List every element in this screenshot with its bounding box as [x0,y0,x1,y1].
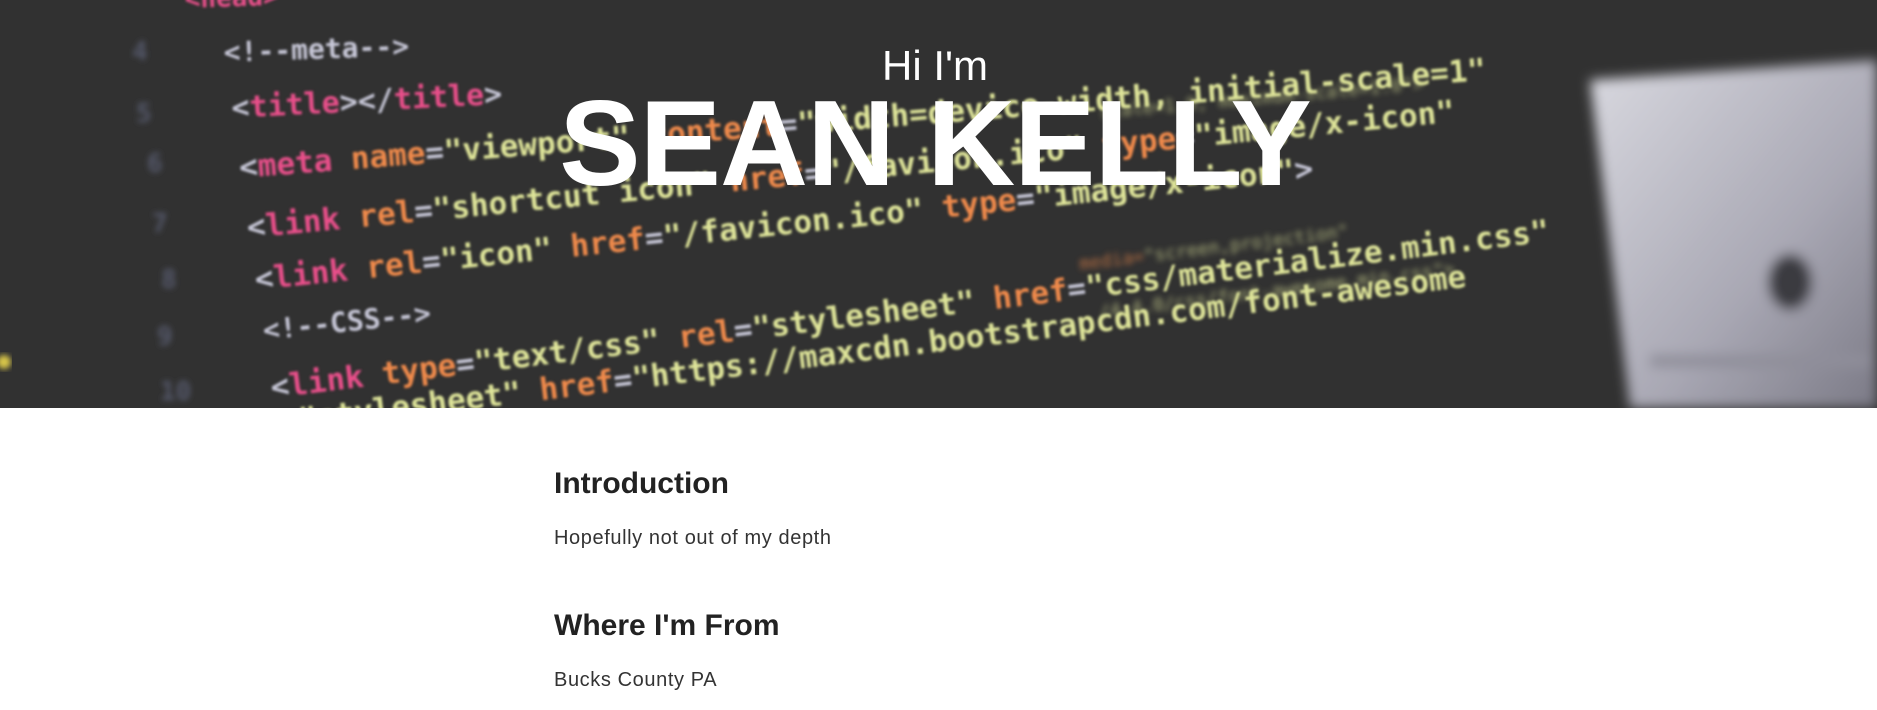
section-text-introduction: Hopefully not out of my depth [554,527,832,549]
section-text-where-from: Bucks County PA [554,669,718,691]
section-heading-where-from: Where I'm From [554,609,780,642]
hero-title-block: Hi I'm SEAN KELLY [0,0,1877,408]
hero-name: SEAN KELLY [559,75,1312,211]
hero-banner: 4 5 6 7 8 9 10 <head> <!--meta--> <title… [0,0,1877,408]
section-heading-introduction: Introduction [554,467,729,500]
